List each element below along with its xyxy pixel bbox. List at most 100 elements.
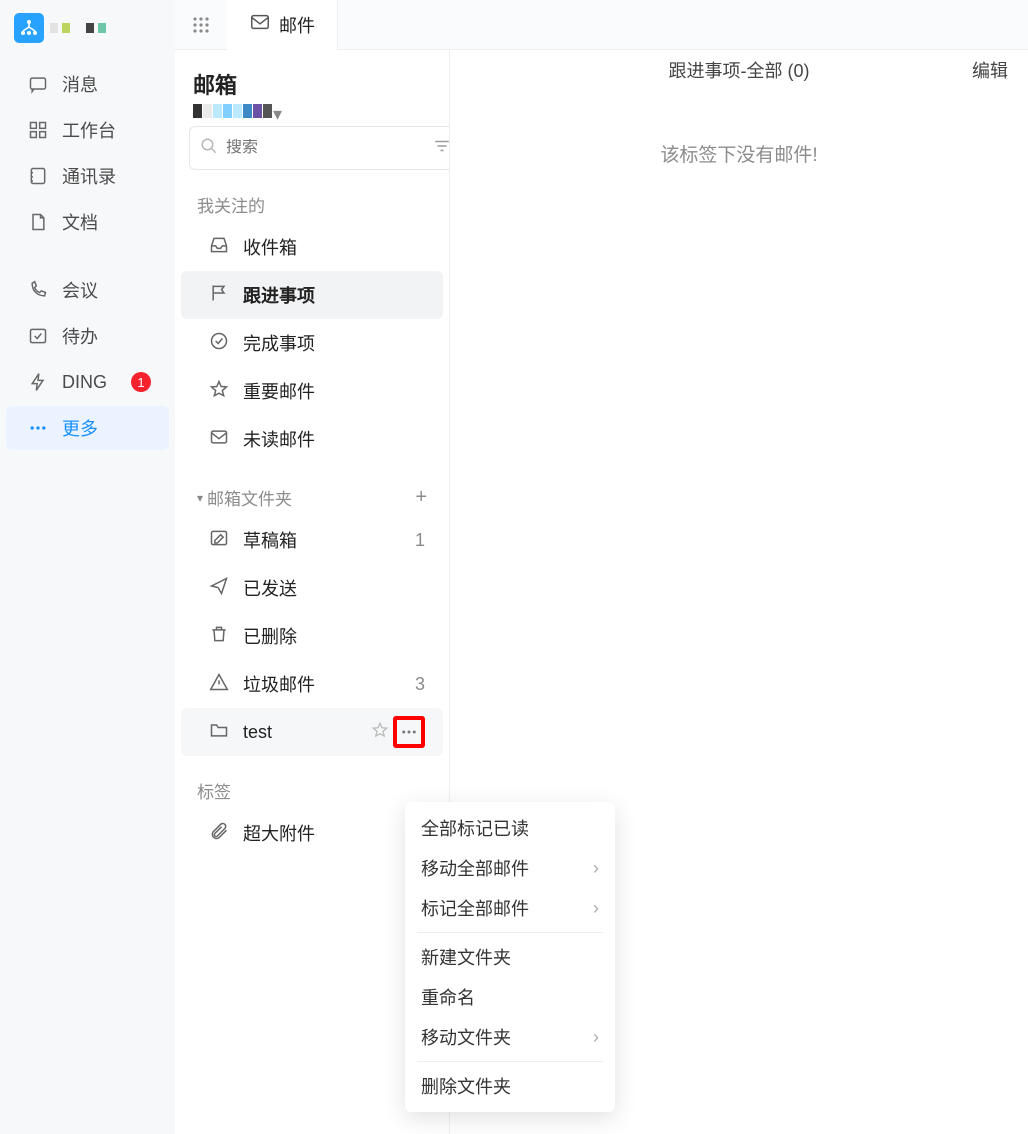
folder-unread[interactable]: 未读邮件 xyxy=(181,415,443,463)
folder-trash[interactable]: 已删除 xyxy=(181,612,443,660)
chevron-right-icon: › xyxy=(593,898,599,919)
bolt-icon xyxy=(28,372,48,392)
folder-followup[interactable]: 跟进事项 xyxy=(181,271,443,319)
folder-label: 已发送 xyxy=(243,575,297,601)
nav-meeting[interactable]: 会议 xyxy=(6,268,169,312)
ctx-rename[interactable]: 重命名 xyxy=(405,977,615,1017)
nav-workbench[interactable]: 工作台 xyxy=(6,108,169,152)
dots-icon xyxy=(28,418,48,438)
content-title: 跟进事项-全部 (0) xyxy=(669,57,810,83)
folder-test[interactable]: test xyxy=(181,708,443,756)
brand-accent xyxy=(50,23,106,33)
nav-more[interactable]: 更多 xyxy=(6,406,169,450)
grid-icon xyxy=(28,120,48,140)
folder-label: 已删除 xyxy=(243,623,297,649)
nav-contacts[interactable]: 通讯录 xyxy=(6,154,169,198)
folder-label: test xyxy=(243,722,272,743)
paperclip-icon xyxy=(209,821,231,846)
nav-label: 待办 xyxy=(62,323,98,349)
filter-icon[interactable] xyxy=(433,137,450,160)
folder-label: 收件箱 xyxy=(243,234,297,260)
nav-label: 工作台 xyxy=(62,117,116,143)
left-nav-rail: 消息 工作台 通讯录 文档 会议 待办 DING 1 更多 xyxy=(0,0,175,1134)
folder-label: 完成事项 xyxy=(243,330,315,356)
folder-label: 未读邮件 xyxy=(243,426,315,452)
menu-separator xyxy=(417,1061,603,1062)
envelope-icon xyxy=(249,11,271,38)
star-icon xyxy=(209,379,231,404)
folder-label: 垃圾邮件 xyxy=(243,671,315,697)
nav-todo[interactable]: 待办 xyxy=(6,314,169,358)
brand-row xyxy=(0,8,175,48)
folder-large-attachments[interactable]: 超大附件 xyxy=(181,809,443,857)
folder-count: 1 xyxy=(415,530,425,551)
ctx-move-all-mail[interactable]: 移动全部邮件› xyxy=(405,848,615,888)
app-launcher-button[interactable] xyxy=(175,0,227,50)
section-folders-header[interactable]: ▾ 邮箱文件夹 + xyxy=(175,463,449,516)
nav-label: DING xyxy=(62,372,107,393)
inbox-icon xyxy=(209,235,231,260)
search-input[interactable] xyxy=(226,139,433,157)
trash-icon xyxy=(209,624,231,649)
ctx-new-folder[interactable]: 新建文件夹 xyxy=(405,937,615,977)
menu-separator xyxy=(417,932,603,933)
caret-down-icon: ▾ xyxy=(197,491,203,505)
nav-label: 通讯录 xyxy=(62,163,116,189)
chevron-right-icon: › xyxy=(593,1027,599,1048)
nav-ding[interactable]: DING 1 xyxy=(6,360,169,404)
document-icon xyxy=(28,212,48,232)
check-icon xyxy=(28,326,48,346)
folder-important[interactable]: 重要邮件 xyxy=(181,367,443,415)
folder-label: 重要邮件 xyxy=(243,378,315,404)
edit-button[interactable]: 编辑 xyxy=(972,57,1008,83)
folder-done[interactable]: 完成事项 xyxy=(181,319,443,367)
top-bar: 邮件 xyxy=(175,0,1028,50)
folder-label: 跟进事项 xyxy=(243,282,315,308)
ctx-tag-all-mail[interactable]: 标记全部邮件› xyxy=(405,888,615,928)
folder-count: 3 xyxy=(415,674,425,695)
warning-icon xyxy=(209,672,231,697)
nav-label: 会议 xyxy=(62,277,98,303)
flag-icon xyxy=(209,283,231,308)
add-folder-button[interactable]: + xyxy=(415,486,427,509)
tab-label: 邮件 xyxy=(279,12,315,38)
folder-inbox[interactable]: 收件箱 xyxy=(181,223,443,271)
address-book-icon xyxy=(28,166,48,186)
nav-messages[interactable]: 消息 xyxy=(6,62,169,106)
chevron-right-icon: › xyxy=(593,858,599,879)
empty-message: 该标签下没有邮件! xyxy=(450,140,1028,167)
content-header: 跟进事项-全部 (0) 编辑 xyxy=(450,50,1028,90)
tab-mail[interactable]: 邮件 xyxy=(227,0,338,50)
folder-spam[interactable]: 垃圾邮件 3 xyxy=(181,660,443,708)
send-icon xyxy=(209,576,231,601)
check-circle-icon xyxy=(209,331,231,356)
folder-sent[interactable]: 已发送 xyxy=(181,564,443,612)
org-logo[interactable] xyxy=(14,13,44,43)
envelope-icon xyxy=(209,427,231,452)
nav-badge: 1 xyxy=(131,372,151,392)
nav-label: 消息 xyxy=(62,71,98,97)
folder-drafts[interactable]: 草稿箱 1 xyxy=(181,516,443,564)
search-icon xyxy=(200,137,218,160)
edit-icon xyxy=(209,528,231,553)
ctx-mark-all-read[interactable]: 全部标记已读 xyxy=(405,808,615,848)
left-nav-list: 消息 工作台 通讯录 文档 会议 待办 DING 1 更多 xyxy=(0,60,175,452)
nav-label: 更多 xyxy=(62,415,98,441)
folder-label: 超大附件 xyxy=(243,820,315,846)
folder-label: 草稿箱 xyxy=(243,527,297,553)
section-focus-header: 我关注的 xyxy=(175,170,449,223)
nav-label: 文档 xyxy=(62,209,98,235)
ctx-move-folder[interactable]: 移动文件夹› xyxy=(405,1017,615,1057)
folder-more-button[interactable] xyxy=(393,716,425,748)
sidebar-title: 邮箱 xyxy=(175,50,449,104)
phone-icon xyxy=(28,280,48,300)
star-outline-icon[interactable] xyxy=(371,721,389,744)
nav-docs[interactable]: 文档 xyxy=(6,200,169,244)
section-tags-header: 标签 xyxy=(175,756,449,809)
folder-icon xyxy=(209,720,231,745)
account-indicator[interactable]: ▾ xyxy=(175,104,449,126)
search-input-wrapper[interactable] xyxy=(189,126,450,170)
chat-icon xyxy=(28,74,48,94)
folder-context-menu: 全部标记已读 移动全部邮件› 标记全部邮件› 新建文件夹 重命名 移动文件夹› … xyxy=(405,802,615,1112)
ctx-delete-folder[interactable]: 删除文件夹 xyxy=(405,1066,615,1106)
